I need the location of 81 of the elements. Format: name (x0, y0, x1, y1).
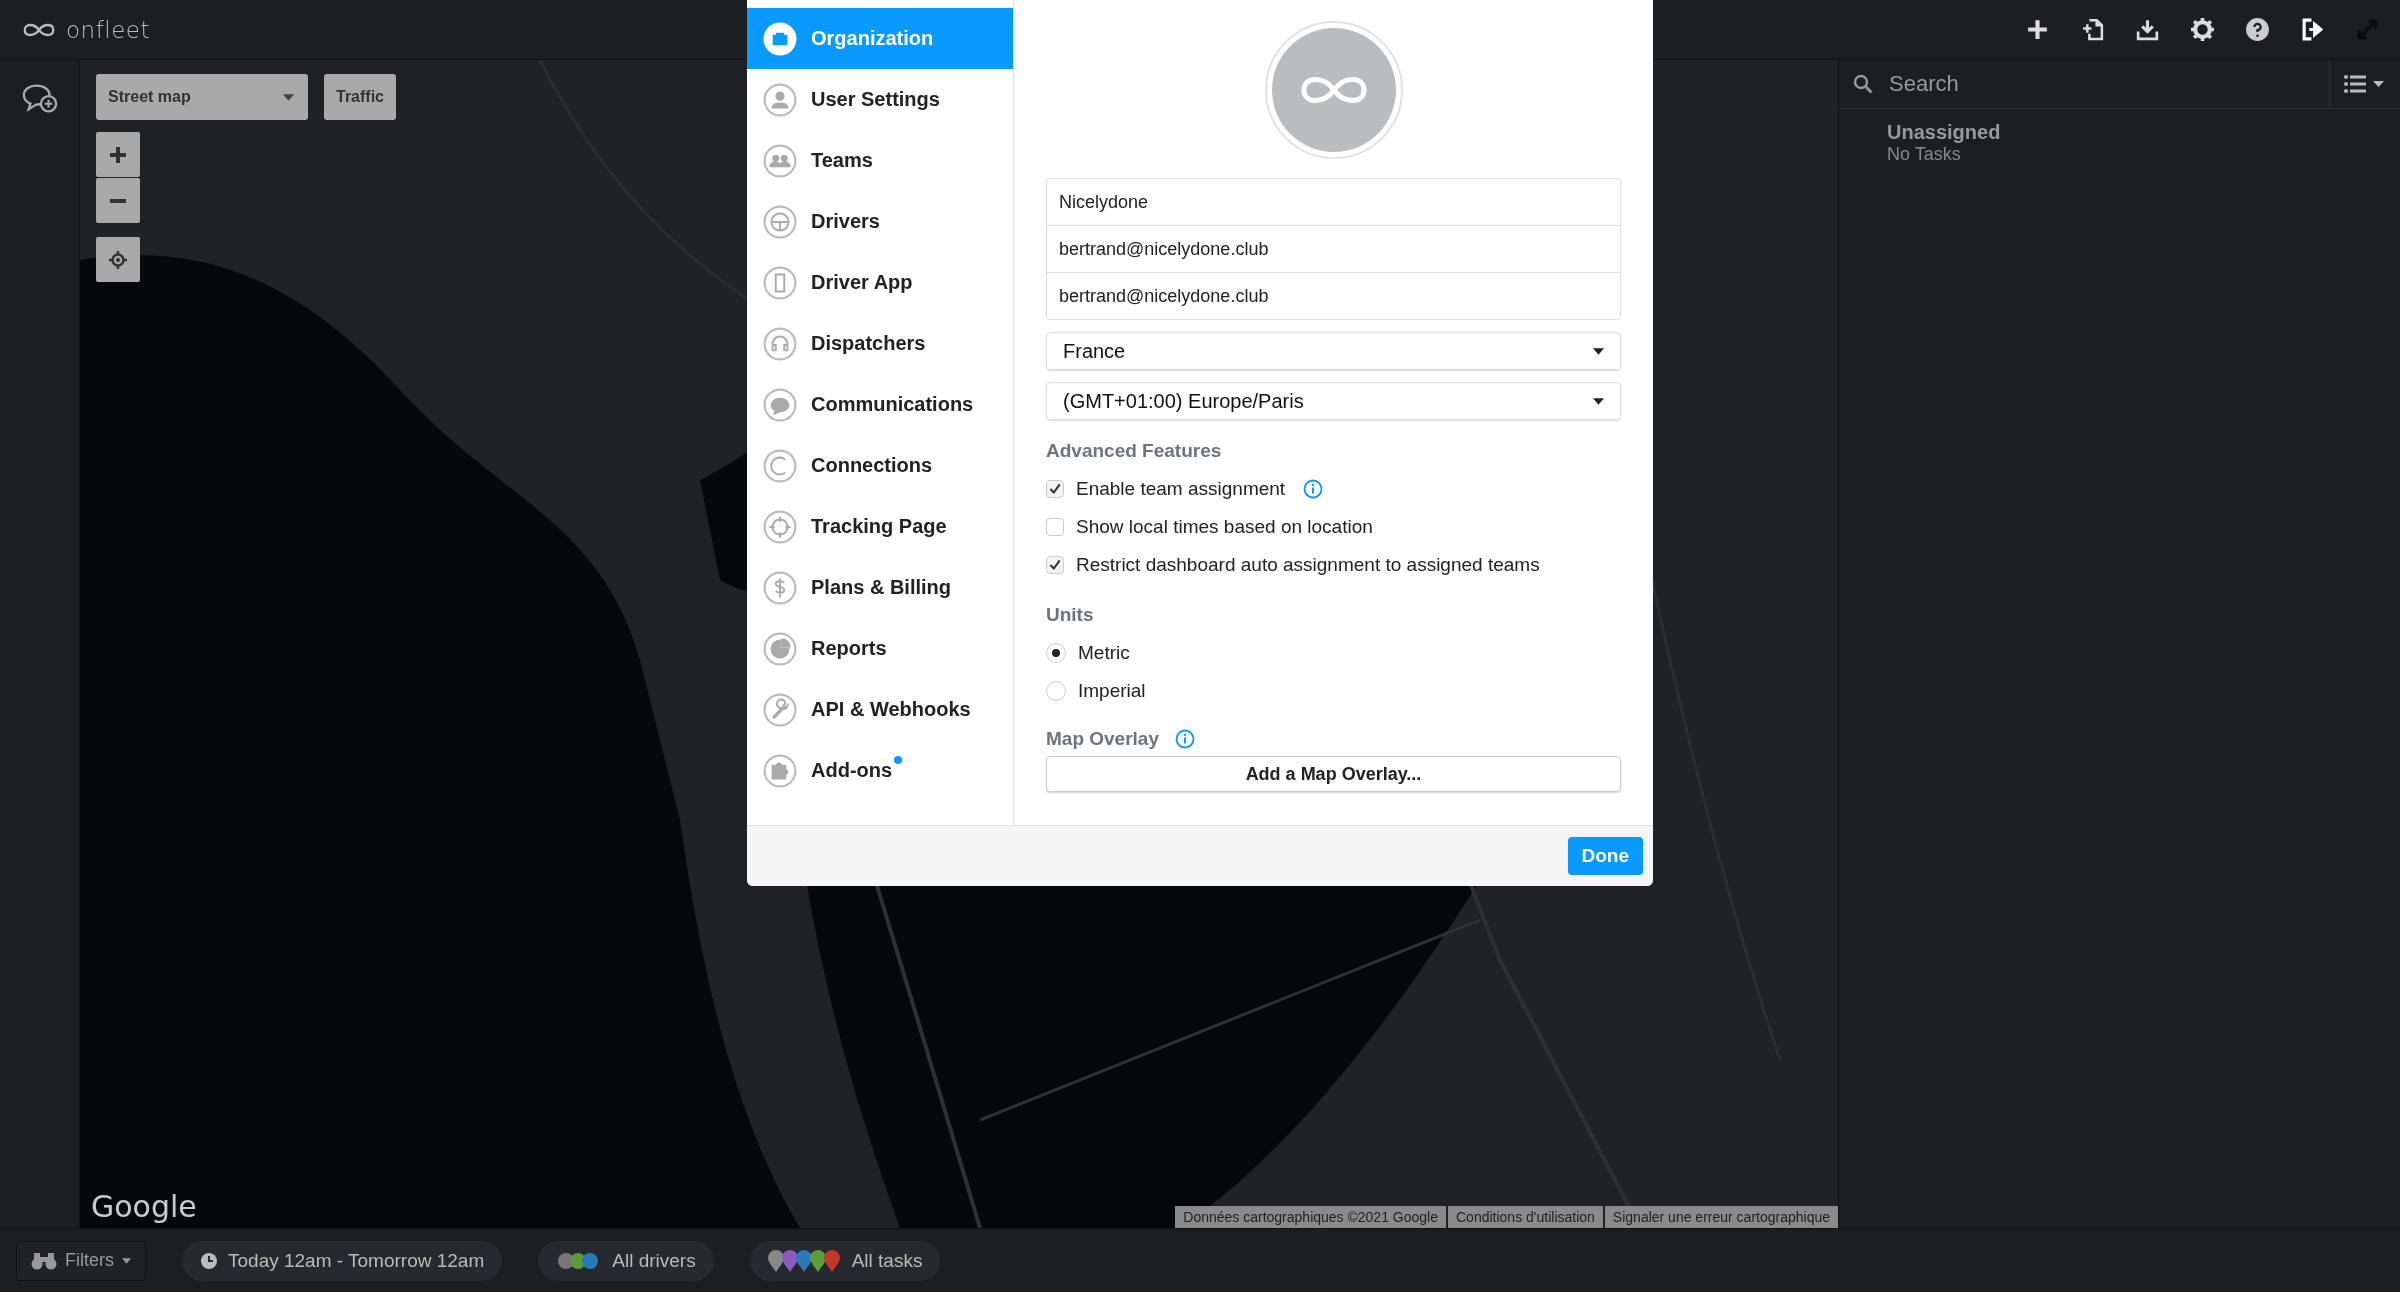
help-icon[interactable] (2245, 17, 2270, 42)
map-provider-logo: Google (91, 1189, 197, 1224)
caret-icon (122, 1257, 131, 1264)
add-map-overlay-button[interactable]: Add a Map Overlay... (1046, 756, 1621, 792)
filters-button[interactable]: Filters (16, 1240, 146, 1281)
tasks-filter-button[interactable]: All tasks (749, 1240, 941, 1281)
app-logo: onfleet (66, 16, 150, 43)
checkbox[interactable] (1046, 556, 1064, 574)
download-icon[interactable] (2135, 17, 2160, 42)
group-title: Unassigned (1887, 121, 2002, 144)
checkbox-label[interactable]: Show local times based on location (1076, 516, 1373, 538)
person-icon (763, 82, 797, 117)
settings-nav-item[interactable]: Plans & Billing (747, 557, 1013, 618)
wrench-icon (763, 692, 797, 727)
settings-nav-item[interactable]: Reports (747, 618, 1013, 679)
section-title: Units (1046, 604, 1095, 626)
input-field[interactable]: Nicelydone (1046, 178, 1621, 226)
puzzle-piece-icon (763, 753, 797, 788)
input-field[interactable]: bertrand@nicelydone.club (1046, 272, 1621, 320)
traffic-button[interactable]: Traffic (324, 74, 396, 120)
dropdown-field[interactable]: (GMT+01:00) Europe/Paris (1046, 382, 1621, 420)
map-type-dropdown[interactable]: Street map (96, 74, 308, 120)
settings-nav-item[interactable]: Teams (747, 130, 1013, 191)
info-icon[interactable] (1303, 479, 1324, 499)
plus-icon[interactable] (2025, 17, 2050, 42)
clock-icon (200, 1251, 218, 1270)
section-title: Advanced Features (1046, 440, 1223, 462)
dropdown-field[interactable]: France (1046, 332, 1621, 370)
settings-nav-item[interactable]: Add-ons (747, 740, 1013, 801)
settings-nav-item[interactable]: Drivers (747, 191, 1013, 252)
map-footer-link[interactable]: Signaler une erreur cartographique (1604, 1206, 1838, 1228)
settings-nav-item[interactable]: User Settings (747, 69, 1013, 130)
people-icon (763, 143, 797, 178)
radio-label[interactable]: Imperial (1078, 680, 1146, 702)
section-title: Map Overlay (1046, 728, 1159, 750)
settings-nav-item[interactable]: Connections (747, 435, 1013, 496)
phone-icon (763, 265, 797, 300)
caret-icon (1593, 347, 1604, 355)
settings-nav-item[interactable]: Dispatchers (747, 313, 1013, 374)
crosshair-icon (763, 509, 797, 544)
briefcase-icon (763, 21, 797, 56)
checkbox-label[interactable]: Restrict dashboard auto assignment to assigned teams (1076, 554, 1540, 576)
settings-nav-item[interactable]: Tracking Page (747, 496, 1013, 557)
steering-wheel-icon (763, 204, 797, 239)
binoculars-icon (31, 1251, 57, 1270)
map-footer-link[interactable]: Conditions d'utilisation (1448, 1206, 1603, 1228)
map-pins-icon (767, 1249, 842, 1272)
caret-icon (1593, 397, 1604, 405)
settings-icon[interactable] (2190, 17, 2215, 42)
search-field[interactable]: Search (1839, 60, 2330, 108)
headset-icon (763, 326, 797, 361)
caret-icon (283, 93, 294, 101)
arc-icon (763, 448, 797, 483)
checkbox[interactable] (1046, 480, 1064, 498)
file-plus-icon[interactable] (2080, 17, 2105, 42)
radio-label[interactable]: Metric (1078, 642, 1130, 664)
logout-icon[interactable] (2300, 17, 2325, 42)
settings-nav-item[interactable]: Communications (747, 374, 1013, 435)
dollar-icon (763, 570, 797, 605)
info-icon[interactable] (1175, 729, 1195, 749)
checkbox[interactable] (1046, 518, 1064, 536)
map-footer-link[interactable]: Données cartographiques ©2021 Google (1175, 1206, 1446, 1228)
search-input[interactable]: Search (1887, 70, 2191, 98)
settings-nav-item[interactable]: Driver App (747, 252, 1013, 313)
list-icon (2344, 75, 2386, 93)
locate-button[interactable] (96, 237, 140, 282)
zoom-in-button[interactable] (96, 132, 140, 177)
chat-add-icon[interactable] (20, 82, 59, 114)
minus-icon (110, 198, 126, 203)
speech-bubble-icon (763, 387, 797, 422)
settings-nav-item[interactable]: API & Webhooks (747, 679, 1013, 740)
pie-chart-icon (763, 631, 797, 666)
checkbox-label[interactable]: Enable team assignment (1076, 478, 1286, 500)
crosshair-icon (108, 249, 128, 270)
search-icon (1853, 74, 1873, 94)
time-range-button[interactable]: Today 12am - Tomorrow 12am (182, 1240, 503, 1281)
input-field[interactable]: bertrand@nicelydone.club (1046, 225, 1621, 273)
zoom-out-button[interactable] (96, 178, 140, 223)
group-subtitle: No Tasks (1887, 144, 1962, 165)
plus-icon (108, 144, 128, 165)
drivers-filter-button[interactable]: All drivers (538, 1240, 714, 1281)
